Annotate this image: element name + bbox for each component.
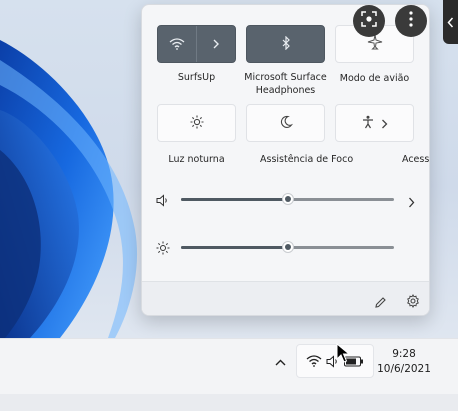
clock-date: 10/6/2021 xyxy=(377,363,431,375)
tile-label-bluetooth: Microsoft Surface Headphones xyxy=(244,72,327,96)
tile-bluetooth[interactable] xyxy=(246,25,325,63)
moon-icon xyxy=(279,114,293,133)
bluetooth-icon xyxy=(281,35,291,54)
tile-night-light[interactable] xyxy=(157,104,236,142)
tile-focus-assist[interactable] xyxy=(246,104,325,142)
tile-label-night-light: Luz noturna xyxy=(168,154,225,165)
show-hidden-icons-button[interactable] xyxy=(269,349,291,371)
mouse-cursor-icon xyxy=(336,342,351,367)
quick-settings-panel: SurfsUp Microsoft Surface Headphones Mod… xyxy=(141,4,430,316)
system-tray-quick-settings-button[interactable] xyxy=(296,344,374,378)
volume-slider-fill xyxy=(181,198,288,201)
bottom-strip xyxy=(0,394,458,411)
brightness-slider-row xyxy=(156,239,418,255)
wifi-expand-chevron-icon[interactable] xyxy=(197,26,235,62)
tile-label-wifi: SurfsUp xyxy=(177,72,216,83)
tray-wifi-icon xyxy=(306,355,322,367)
more-vertical-icon xyxy=(409,11,413,31)
brightness-slider-fill xyxy=(181,246,288,249)
tile-label-focus-assist: Assistência de Foco xyxy=(260,154,354,165)
tile-label-airplane: Modo de avião xyxy=(339,73,410,84)
chevron-right-icon xyxy=(381,114,388,133)
collapse-side-button[interactable] xyxy=(443,0,458,44)
chevron-left-icon xyxy=(447,13,454,32)
accessibility-icon xyxy=(361,114,375,133)
taskbar-clock[interactable]: 9:28 10/6/2021 xyxy=(376,347,432,377)
chevron-up-icon xyxy=(275,351,286,370)
clock-time: 9:28 xyxy=(392,348,416,360)
tile-label-accessibility: Acessibilidade xyxy=(402,154,430,165)
quick-settings-footer xyxy=(142,281,429,315)
sun-icon xyxy=(156,240,170,259)
lens-scan-icon xyxy=(361,11,377,31)
tile-accessibility[interactable] xyxy=(335,104,414,142)
audio-output-chevron-icon[interactable] xyxy=(408,193,415,212)
airplane-icon xyxy=(367,34,383,54)
volume-slider-thumb[interactable] xyxy=(281,193,294,205)
more-options-button[interactable] xyxy=(395,5,427,37)
gear-icon[interactable] xyxy=(406,293,420,312)
lens-scan-button[interactable] xyxy=(353,5,385,37)
volume-slider[interactable] xyxy=(181,193,394,205)
brightness-slider[interactable] xyxy=(181,241,394,253)
tile-wifi[interactable] xyxy=(157,25,236,63)
brightness-slider-thumb[interactable] xyxy=(281,241,294,253)
volume-slider-row xyxy=(156,191,418,208)
brightness-sun-icon xyxy=(190,114,204,133)
speaker-icon[interactable] xyxy=(156,192,170,211)
pencil-icon[interactable] xyxy=(374,294,387,313)
wifi-icon[interactable] xyxy=(158,26,196,62)
